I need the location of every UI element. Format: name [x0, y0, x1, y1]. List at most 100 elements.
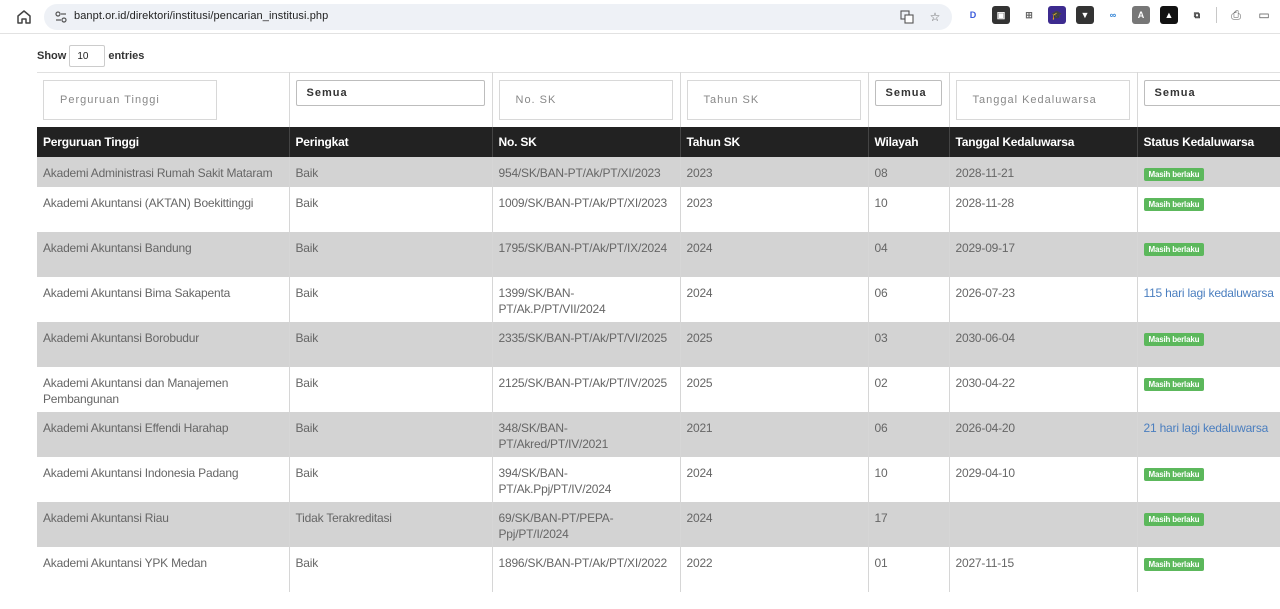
cell-perguruan-tinggi: Akademi Akuntansi Indonesia Padang [37, 456, 290, 502]
cell-peringkat: Baik [289, 156, 493, 187]
cell-tanggal-kedaluwarsa: 2028-11-21 [949, 156, 1138, 187]
site-info-icon[interactable] [54, 10, 68, 24]
ext-rel-icon[interactable]: ▲ [1160, 6, 1178, 24]
cell-no-sk: 348/SK/BAN-​PT/Akred/PT/IV/2021 [492, 411, 681, 457]
cell-wilayah: 10 [868, 456, 950, 502]
status-badge: Masih berlaku [1143, 512, 1205, 526]
cell-perguruan-tinggi: Akademi Akuntansi Borobudur [37, 321, 290, 367]
cell-wilayah: 03 [868, 321, 950, 367]
reading-list-icon[interactable]: ▭ [1255, 6, 1273, 24]
cell-tahun-sk: 2024 [680, 276, 869, 322]
cell-status-kedaluwarsa: Masih berlaku [1137, 321, 1280, 367]
cell-perguruan-tinggi: Akademi Akuntansi Bima Sakapenta [37, 276, 290, 322]
table-row[interactable]: Akademi Akuntansi (AKTAN) Boekittinggi Ba… [37, 186, 1280, 232]
status-badge: Masih berlaku [1143, 332, 1205, 346]
cell-perguruan-tinggi: Akademi Administrasi Rumah Sakit Mataram [37, 156, 290, 187]
cell-tanggal-kedaluwarsa: 2030-04-22 [949, 366, 1138, 412]
cell-peringkat: Baik [289, 231, 493, 277]
cell-tahun-sk: 2024 [680, 501, 869, 547]
expiry-warning-link[interactable]: 21 hari lagi kedaluwarsa [1144, 421, 1269, 435]
cell-tanggal-kedaluwarsa: 2029-09-17 [949, 231, 1138, 277]
cell-perguruan-tinggi: Akademi Akuntansi dan Manajemen Pembangu… [37, 366, 290, 412]
cell-status-kedaluwarsa: Masih berlaku [1137, 546, 1280, 592]
table-row[interactable]: Akademi Akuntansi dan Manajemen Pembangu… [37, 366, 1280, 412]
cell-tanggal-kedaluwarsa: 2028-11-28 [949, 186, 1138, 232]
table-row[interactable]: Akademi Akuntansi YPK Medan Baik 1896/SK/B… [37, 546, 1280, 592]
filter-peringkat-select[interactable]: Semua [295, 80, 485, 106]
ext-glasses-icon[interactable]: ∞ [1104, 6, 1122, 24]
col-status-kedaluwarsa[interactable]: Status Kedaluwarsa [1137, 126, 1280, 157]
browser-toolbar: banpt.or.id/direktori/institusi/pencaria… [0, 0, 1280, 34]
status-badge: Masih berlaku [1143, 467, 1205, 481]
address-bar[interactable]: banpt.or.id/direktori/institusi/pencaria… [44, 4, 952, 30]
cell-perguruan-tinggi: Akademi Akuntansi Riau [37, 501, 290, 547]
cell-perguruan-tinggi: Akademi Akuntansi YPK Medan [37, 546, 290, 592]
cell-no-sk: 2335/SK/BAN-​PT/Ak/PT/VI/2025 [492, 321, 681, 367]
col-wilayah[interactable]: Wilayah [868, 126, 950, 157]
col-tahun-sk[interactable]: Tahun SK [680, 126, 869, 157]
bookmark-star-icon[interactable]: ☆ [926, 8, 944, 26]
header-row: Perguruan Tinggi Peringkat No. SK Tahun … [37, 126, 1280, 157]
filter-tanggal-input[interactable]: Tanggal Kedaluwarsa [955, 80, 1130, 120]
table-row[interactable]: Akademi Akuntansi Bima Sakapenta Baik 1399… [37, 276, 1280, 322]
ext-save-icon[interactable]: ▼ [1076, 6, 1094, 24]
ext-a-icon[interactable]: A [1132, 6, 1150, 24]
ext-107-icon[interactable]: ▣ [992, 6, 1010, 24]
expiry-warning-link[interactable]: 115 hari lagi kedaluwarsa [1144, 286, 1274, 300]
cell-perguruan-tinggi: Akademi Akuntansi (AKTAN) Boekittinggi [37, 186, 290, 232]
status-badge: Masih berlaku [1143, 557, 1205, 571]
cell-tanggal-kedaluwarsa: 2026-07-23 [949, 276, 1138, 322]
cell-no-sk: 1896/SK/BAN-​PT/Ak/PT/XI/2022 [492, 546, 681, 592]
translate-icon[interactable] [898, 8, 916, 26]
status-badge: Masih berlaku [1143, 377, 1205, 391]
table-row[interactable]: Akademi Akuntansi Riau Tidak Terakreditas… [37, 501, 1280, 547]
filter-tahun-sk-input[interactable]: Tahun SK [686, 80, 861, 120]
cell-tanggal-kedaluwarsa [949, 501, 1138, 547]
filter-no-sk-input[interactable]: No. SK [498, 80, 673, 120]
cell-status-kedaluwarsa: 115 hari lagi kedaluwarsa [1137, 276, 1280, 322]
cell-tahun-sk: 2023 [680, 186, 869, 232]
cell-wilayah: 04 [868, 231, 950, 277]
table-row[interactable]: Akademi Akuntansi Indonesia Padang Baik 39… [37, 456, 1280, 502]
cell-tahun-sk: 2022 [680, 546, 869, 592]
filter-wilayah-select[interactable]: Semua [874, 80, 942, 106]
cell-tahun-sk: 2025 [680, 366, 869, 412]
table-row[interactable]: Akademi Akuntansi Bandung Baik 1795/SK/BAN… [37, 231, 1280, 277]
table-row[interactable]: Akademi Administrasi Rumah Sakit Mataram… [37, 156, 1280, 187]
extensions-bar: D ▣ ⊞ 🎓 ▼ ∞ A ▲ ⧉ ⎙ ▭ [964, 6, 1273, 24]
cell-peringkat: Baik [289, 366, 493, 412]
status-badge: Masih berlaku [1143, 167, 1205, 181]
extensions-puzzle-icon[interactable]: ⧉ [1188, 6, 1206, 24]
col-peringkat[interactable]: Peringkat [289, 126, 493, 157]
entries-select[interactable]: 10 [69, 45, 106, 67]
cell-tahun-sk: 2024 [680, 231, 869, 277]
col-tanggal-kedaluwarsa[interactable]: Tanggal Kedaluwarsa [949, 126, 1138, 157]
cell-perguruan-tinggi: Akademi Akuntansi Effendi Harahap [37, 411, 290, 457]
filter-status-select[interactable]: Semua [1143, 80, 1280, 106]
status-badge: Masih berlaku [1143, 197, 1205, 211]
ext-frame-icon[interactable]: ⊞ [1020, 6, 1038, 24]
cell-tahun-sk: 2023 [680, 156, 869, 187]
d-ext-icon[interactable]: D [964, 6, 982, 24]
cell-status-kedaluwarsa: Masih berlaku [1137, 231, 1280, 277]
table-row[interactable]: Akademi Akuntansi Borobudur Baik 2335/SK/B… [37, 321, 1280, 367]
cell-no-sk: 394/SK/BAN-​PT/Ak.Ppj/PT/IV/2024 [492, 456, 681, 502]
print-icon[interactable]: ⎙ [1227, 6, 1245, 24]
ext-hat-icon[interactable]: 🎓 [1048, 6, 1066, 24]
home-icon[interactable] [14, 7, 34, 27]
cell-wilayah: 06 [868, 276, 950, 322]
cell-status-kedaluwarsa: Masih berlaku [1137, 186, 1280, 232]
cell-wilayah: 10 [868, 186, 950, 232]
cell-wilayah: 02 [868, 366, 950, 412]
filter-perguruan-tinggi-input[interactable]: Perguruan Tinggi [43, 80, 217, 120]
cell-tanggal-kedaluwarsa: 2029-04-10 [949, 456, 1138, 502]
table-row[interactable]: Akademi Akuntansi Effendi Harahap Baik 348… [37, 411, 1280, 457]
institution-directory: Show 10 entries Perguruan Tinggi Semua N… [37, 44, 1280, 592]
cell-no-sk: 954/SK/BAN-​PT/Ak/PT/XI/2023 [492, 156, 681, 187]
cell-peringkat: Baik [289, 321, 493, 367]
cell-tahun-sk: 2025 [680, 321, 869, 367]
institution-table: Perguruan Tinggi Semua No. SK Tahun SK S… [37, 72, 1280, 592]
url-text: banpt.or.id/direktori/institusi/pencaria… [74, 10, 329, 22]
col-no-sk[interactable]: No. SK [492, 126, 681, 157]
col-perguruan-tinggi[interactable]: Perguruan Tinggi [37, 126, 290, 157]
